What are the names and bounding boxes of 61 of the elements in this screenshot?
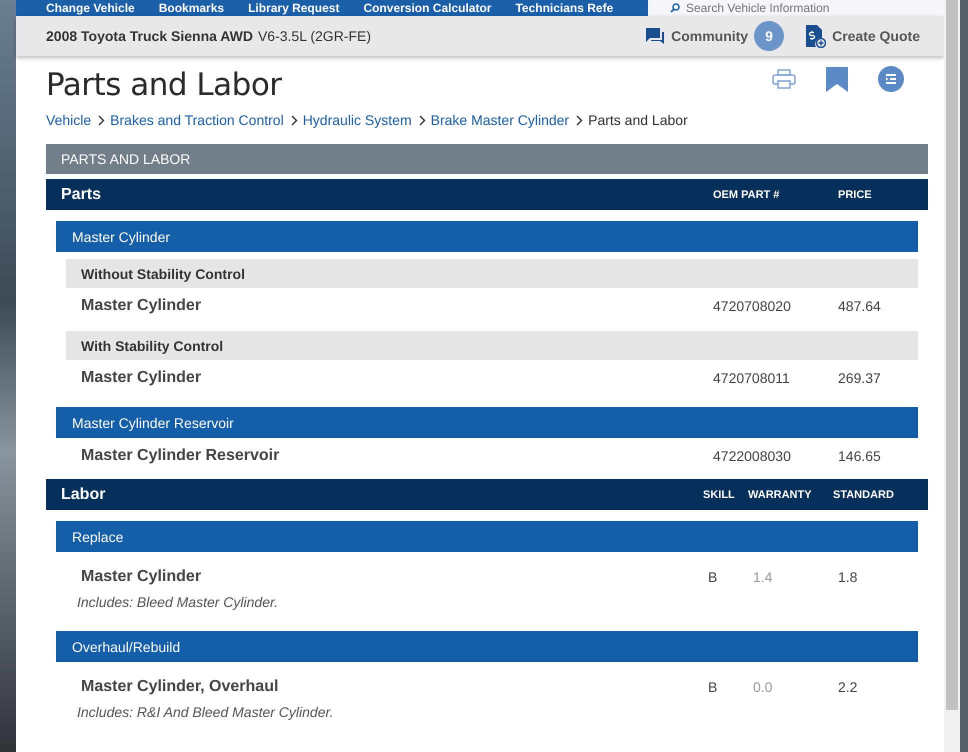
scrollbar[interactable] — [944, 0, 960, 752]
nav-link[interactable]: Library Request — [248, 1, 340, 15]
skill-value: B — [707, 569, 718, 585]
labor-note: Includes: R&I And Bleed Master Cylinder. — [76, 704, 335, 720]
part-name: Master Cylinder — [81, 297, 202, 315]
nav-link[interactable]: Technicians Refe — [515, 1, 614, 15]
chevron-icon — [418, 114, 426, 126]
part-price: 269.37 — [838, 370, 882, 386]
nav-link[interactable]: Change Vehicle — [46, 1, 135, 15]
section-header: PARTS AND LABOR — [46, 144, 928, 174]
vehicle-engine: V6-3.5L (2GR-FE) — [258, 28, 372, 44]
part-name: Master Cylinder Reservoir — [81, 447, 280, 465]
list-icon[interactable] — [878, 66, 904, 92]
part-number: 4720708011 — [713, 370, 791, 386]
group-header: Replace — [56, 521, 918, 552]
labor-heading: Labor — [61, 486, 106, 504]
search-icon — [670, 3, 680, 13]
chat-icon[interactable] — [645, 27, 666, 45]
vehicle-name: 2008 Toyota Truck Sienna AWD — [46, 28, 253, 44]
parts-heading: Parts — [61, 186, 102, 204]
labor-name: Master Cylinder, Overhaul — [81, 678, 280, 696]
column-header: SKILL — [703, 488, 736, 500]
page-title: Parts and Labor — [46, 66, 282, 104]
labor-name: Master Cylinder — [81, 568, 202, 586]
breadcrumb-link[interactable]: Hydraulic System — [302, 112, 412, 128]
breadcrumb-link[interactable]: Brake Master Cylinder — [430, 112, 570, 128]
nav-link[interactable]: Bookmarks — [158, 1, 224, 15]
count-badge: 9 — [754, 21, 784, 51]
scrollbar-thumb[interactable] — [946, 0, 958, 710]
subheading-row: With Stability Control — [66, 331, 918, 360]
warranty-value: 0.0 — [752, 679, 774, 695]
standard-value: 1.8 — [837, 569, 858, 585]
nav-link[interactable]: Conversion Calculator — [363, 1, 492, 15]
breadcrumb-link[interactable]: Vehicle — [46, 112, 92, 128]
skill-value: B — [707, 679, 718, 695]
create-quote-link[interactable]: Create Quote — [832, 28, 920, 44]
column-header: STANDARD — [833, 488, 895, 500]
breadcrumb-link[interactable]: Brakes and Traction Control — [110, 112, 284, 128]
subheading-row: Without Stability Control — [66, 259, 918, 288]
chevron-icon — [576, 114, 584, 126]
column-header: WARRANTY — [748, 488, 813, 500]
labor-note: Includes: Bleed Master Cylinder. — [76, 594, 280, 610]
column-header: PRICE — [838, 188, 873, 200]
standard-value: 2.2 — [837, 679, 858, 695]
part-price: 146.65 — [838, 448, 882, 464]
chevron-icon — [290, 114, 298, 126]
warranty-value: 1.4 — [752, 569, 774, 585]
community-link[interactable]: Community — [671, 28, 748, 44]
bookmark-icon[interactable] — [826, 66, 848, 92]
group-header: Overhaul/Rebuild — [56, 631, 918, 662]
chevron-icon — [98, 114, 106, 126]
print-icon[interactable] — [772, 69, 796, 89]
breadcrumb-current: Parts and Labor — [588, 112, 688, 128]
group-header: Master Cylinder Reservoir — [56, 407, 918, 438]
dollar-document-icon[interactable] — [804, 24, 826, 48]
part-name: Master Cylinder — [81, 369, 202, 387]
part-price: 487.64 — [838, 298, 882, 314]
group-header: Master Cylinder — [56, 221, 918, 252]
column-header: OEM PART # — [713, 188, 780, 200]
part-number: 4720708020 — [713, 298, 792, 314]
part-number: 4722008030 — [713, 448, 792, 464]
